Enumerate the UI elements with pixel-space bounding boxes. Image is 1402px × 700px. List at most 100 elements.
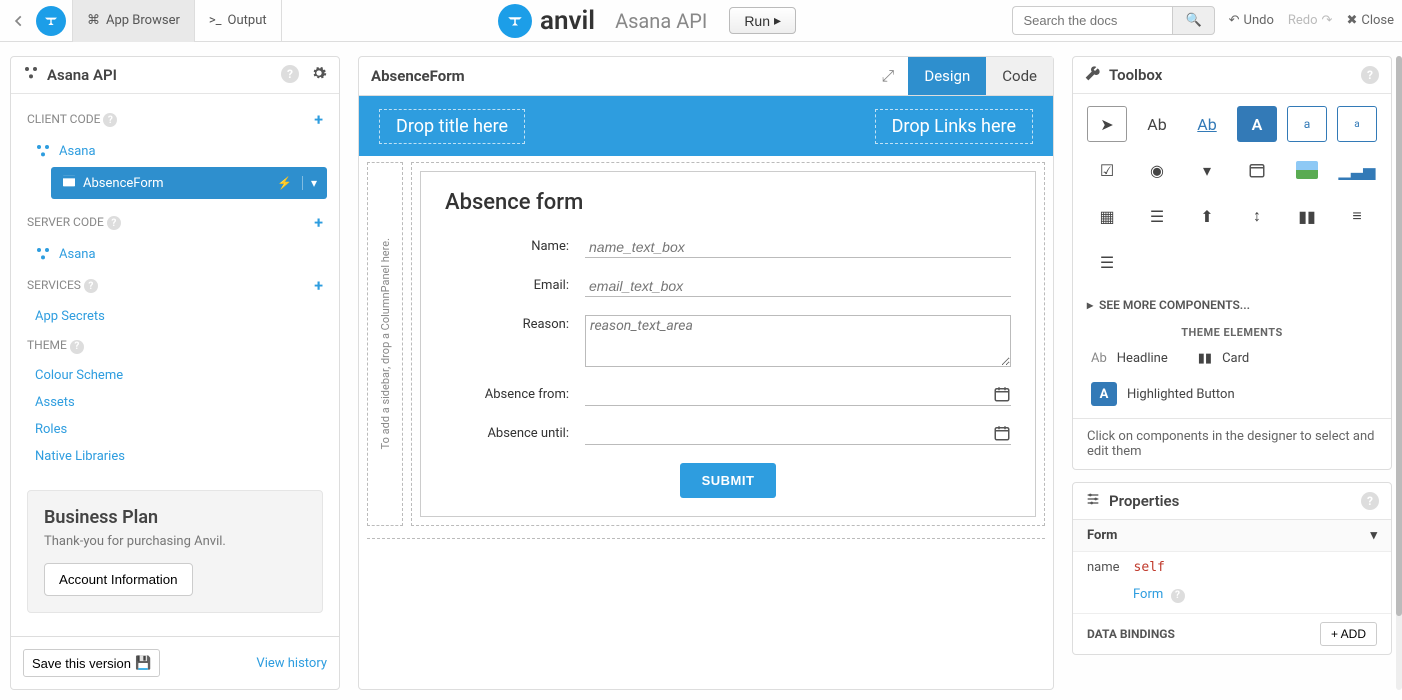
search-input[interactable] bbox=[1012, 6, 1172, 35]
theme-native-libraries[interactable]: Native Libraries bbox=[15, 443, 335, 470]
tab-design[interactable]: Design bbox=[908, 57, 986, 95]
tool-pointer[interactable]: ➤ bbox=[1087, 106, 1127, 142]
submit-button[interactable]: SUBMIT bbox=[680, 463, 777, 498]
see-more-components[interactable]: ▸ SEE MORE COMPONENTS... bbox=[1073, 292, 1391, 318]
tool-spacer[interactable]: ↕ bbox=[1237, 198, 1277, 234]
add-server-code-button[interactable]: + bbox=[314, 213, 323, 232]
toolbox-panel: Toolbox ? ➤ Ab Ab A a a ☑ ◉ ▾ ▁▃▅ ▦ ☰ ⬆ bbox=[1072, 56, 1392, 470]
help-icon[interactable]: ? bbox=[70, 340, 84, 354]
tool-checkbox[interactable]: ☑ bbox=[1087, 152, 1127, 188]
tool-button[interactable]: A bbox=[1237, 106, 1277, 142]
calendar-icon[interactable] bbox=[993, 424, 1011, 442]
rows-icon: ☰ bbox=[1150, 207, 1164, 226]
help-icon[interactable]: ? bbox=[103, 113, 117, 127]
app-browser-icon: ⌘ bbox=[87, 13, 100, 28]
grid-icon: ▦ bbox=[1099, 207, 1114, 226]
theme-highlighted-button[interactable]: AHighlighted Button bbox=[1091, 382, 1235, 406]
row-absence-from: Absence from: bbox=[445, 385, 1011, 406]
form-card[interactable]: Absence form Name: Email: Reason: bbox=[420, 171, 1036, 517]
help-icon[interactable]: ? bbox=[1171, 589, 1185, 603]
theme-card[interactable]: ▮▮Card bbox=[1198, 351, 1249, 366]
absence-until-date-picker[interactable] bbox=[585, 426, 993, 441]
data-bindings-header: DATA BINDINGS bbox=[1087, 627, 1175, 641]
email-text-box[interactable] bbox=[585, 276, 1011, 297]
tree-item-asana-client[interactable]: Asana bbox=[15, 137, 335, 165]
theme-assets[interactable]: Assets bbox=[15, 389, 335, 416]
tool-radio[interactable]: ◉ bbox=[1137, 152, 1177, 188]
absence-from-date-picker[interactable] bbox=[585, 387, 993, 402]
section-server-code-label: SERVER CODE bbox=[27, 215, 104, 229]
tool-datagrid[interactable]: ▦ bbox=[1087, 198, 1127, 234]
calendar-icon bbox=[1248, 161, 1266, 179]
tool-textarea[interactable]: a bbox=[1337, 106, 1377, 142]
business-plan-title: Business Plan bbox=[44, 507, 306, 528]
drop-title-zone[interactable]: Drop title here bbox=[379, 109, 525, 144]
tab-app-browser[interactable]: ⌘ App Browser bbox=[72, 0, 195, 42]
tab-code[interactable]: Code bbox=[986, 57, 1053, 95]
scrollbar[interactable] bbox=[1396, 56, 1402, 690]
properties-section-form[interactable]: Form ▾ bbox=[1073, 520, 1391, 552]
brand-text: anvil bbox=[540, 6, 595, 36]
help-icon[interactable]: ? bbox=[107, 216, 121, 230]
run-button[interactable]: Run ▸ bbox=[729, 7, 796, 34]
anvil-logo-icon[interactable] bbox=[36, 6, 66, 36]
tool-dropdown[interactable]: ▾ bbox=[1187, 152, 1227, 188]
drop-links-zone[interactable]: Drop Links here bbox=[875, 109, 1033, 144]
label-absence-from: Absence from: bbox=[445, 385, 585, 402]
row-email: Email: bbox=[445, 276, 1011, 297]
chevron-down-icon[interactable]: ▾ bbox=[302, 176, 317, 190]
chevron-down-icon: ▾ bbox=[1370, 528, 1377, 543]
form-canvas[interactable]: Absence form Name: Email: Reason: bbox=[411, 162, 1045, 526]
tool-linear-panel[interactable]: ☰ bbox=[1087, 244, 1127, 280]
undo-button[interactable]: ↶ Undo bbox=[1229, 13, 1274, 28]
close-button[interactable]: ✖ Close bbox=[1346, 13, 1394, 28]
add-binding-button[interactable]: + ADD bbox=[1320, 622, 1377, 646]
property-name-key: name bbox=[1087, 560, 1120, 575]
view-history-link[interactable]: View history bbox=[256, 656, 327, 671]
gear-icon[interactable] bbox=[311, 65, 327, 85]
tab-output[interactable]: >_ Output bbox=[195, 0, 282, 42]
help-icon[interactable]: ? bbox=[281, 65, 299, 83]
property-type-link[interactable]: Form bbox=[1133, 587, 1163, 602]
tree-item-absenceform[interactable]: AbsenceForm ⚡ ▾ bbox=[51, 167, 327, 199]
tool-plot[interactable]: ▁▃▅ bbox=[1337, 152, 1377, 188]
add-service-button[interactable]: + bbox=[314, 276, 323, 295]
tool-datepicker[interactable] bbox=[1237, 152, 1277, 188]
theme-headline[interactable]: AbHeadline bbox=[1091, 351, 1168, 366]
property-name-value[interactable]: self bbox=[1134, 560, 1165, 575]
save-version-button[interactable]: Save this version 💾 bbox=[23, 649, 160, 677]
calendar-icon[interactable] bbox=[993, 385, 1011, 403]
tree-item-asana-server[interactable]: Asana bbox=[15, 240, 335, 268]
redo-icon: ↷ bbox=[1322, 13, 1333, 28]
tree-item-app-secrets[interactable]: App Secrets bbox=[15, 303, 335, 330]
theme-headline-label: Headline bbox=[1117, 351, 1168, 366]
tool-column-panel[interactable]: ▮▮ bbox=[1287, 198, 1327, 234]
tool-label[interactable]: Ab bbox=[1137, 106, 1177, 142]
app-bar-dropzone[interactable]: Drop title here Drop Links here bbox=[359, 96, 1053, 156]
theme-roles[interactable]: Roles bbox=[15, 416, 335, 443]
reason-text-area[interactable] bbox=[585, 315, 1011, 367]
add-client-code-button[interactable]: + bbox=[314, 110, 323, 129]
help-icon[interactable]: ? bbox=[1361, 66, 1379, 84]
account-information-button[interactable]: Account Information bbox=[44, 563, 193, 596]
tool-image[interactable] bbox=[1287, 152, 1327, 188]
sidebar-dropzone[interactable]: To add a sidebar, drop a ColumnPanel her… bbox=[367, 162, 403, 526]
tool-link[interactable]: Ab bbox=[1187, 106, 1227, 142]
bottom-dropzone[interactable] bbox=[367, 538, 1045, 544]
name-text-box[interactable] bbox=[585, 237, 1011, 258]
search-button[interactable]: 🔍 bbox=[1172, 6, 1214, 35]
toolbox-title: Toolbox bbox=[1109, 66, 1162, 84]
search-container: 🔍 bbox=[1012, 6, 1214, 35]
tool-textbox[interactable]: a bbox=[1287, 106, 1327, 142]
chevron-back-icon[interactable] bbox=[8, 6, 30, 36]
tool-fileloader[interactable]: ⬆ bbox=[1187, 198, 1227, 234]
tool-repeating-panel[interactable]: ☰ bbox=[1137, 198, 1177, 234]
section-server-code: SERVER CODE ? + bbox=[15, 205, 335, 240]
help-icon[interactable]: ? bbox=[84, 279, 98, 293]
theme-colour-scheme[interactable]: Colour Scheme bbox=[15, 362, 335, 389]
tool-flow-panel[interactable]: ≡ bbox=[1337, 198, 1377, 234]
columns-icon: ▮▮ bbox=[1298, 207, 1316, 226]
bolt-icon: ⚡ bbox=[277, 176, 292, 190]
help-icon[interactable]: ? bbox=[1361, 492, 1379, 510]
expand-icon[interactable]: ⤢ bbox=[868, 66, 909, 86]
